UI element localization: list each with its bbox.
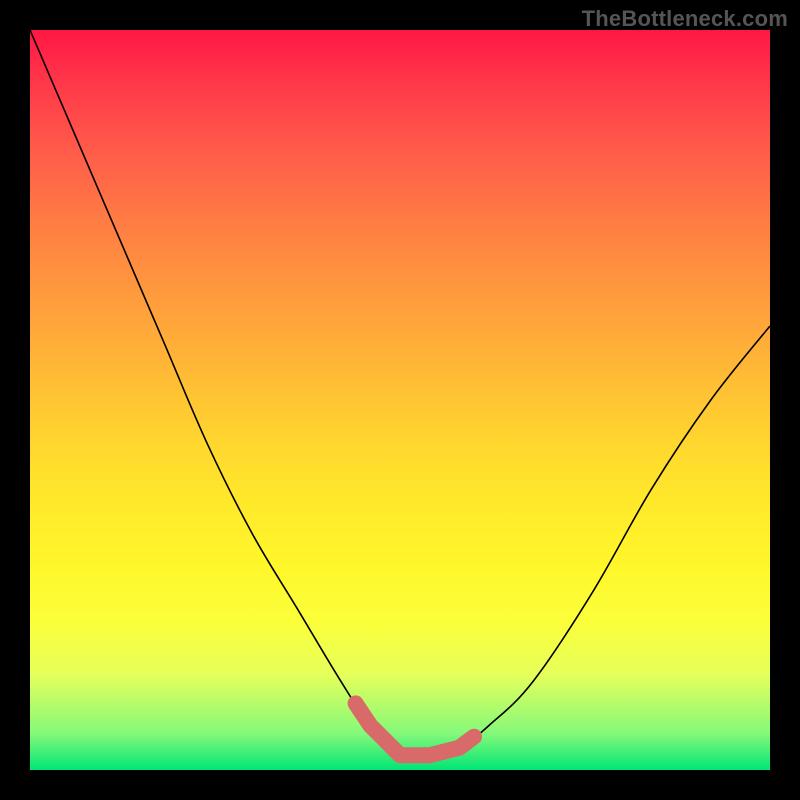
- plot-area: [30, 30, 770, 770]
- watermark-text: TheBottleneck.com: [582, 6, 788, 32]
- optimal-zone-marker: [356, 703, 474, 755]
- chart-frame: TheBottleneck.com: [0, 0, 800, 800]
- curve-svg: [30, 30, 770, 770]
- bottleneck-curve-line: [30, 30, 770, 758]
